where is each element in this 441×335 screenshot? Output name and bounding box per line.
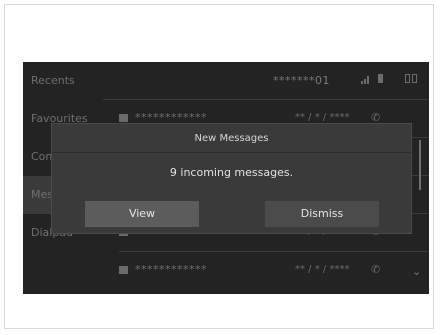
message-date: ** / * / **** bbox=[295, 112, 350, 123]
signal-icon bbox=[361, 76, 371, 84]
chevron-down-icon[interactable]: ⌄ bbox=[412, 265, 421, 278]
view-button[interactable]: View bbox=[85, 201, 199, 227]
dialog-message: 9 incoming messages. bbox=[169, 166, 294, 179]
dismiss-button[interactable]: Dismiss bbox=[265, 201, 379, 227]
contact-name: ************ bbox=[135, 263, 207, 276]
message-icon bbox=[119, 266, 128, 274]
sidebar-item-recents[interactable]: Recents bbox=[23, 62, 103, 100]
scrollbar[interactable] bbox=[419, 140, 421, 190]
list-item[interactable]: ************ ** / * / **** ✆ bbox=[119, 252, 429, 290]
message-icon bbox=[119, 114, 128, 122]
phone-screen: Recents Favourites Contacts Messages Dia… bbox=[23, 62, 429, 294]
dual-sim-icon bbox=[405, 74, 419, 84]
caller-id: *******01 bbox=[273, 74, 330, 87]
dialog-title: New Messages bbox=[52, 124, 411, 153]
message-date: ** / * / **** bbox=[295, 264, 350, 275]
status-bar: *******01 bbox=[103, 62, 429, 100]
phone-icon[interactable]: ✆ bbox=[371, 263, 380, 276]
new-messages-dialog: New Messages 9 incoming messages. View D… bbox=[51, 123, 412, 234]
window-frame: Recents Favourites Contacts Messages Dia… bbox=[4, 4, 434, 329]
sidebar-item-label: Recents bbox=[31, 74, 75, 87]
battery-icon bbox=[378, 74, 383, 83]
